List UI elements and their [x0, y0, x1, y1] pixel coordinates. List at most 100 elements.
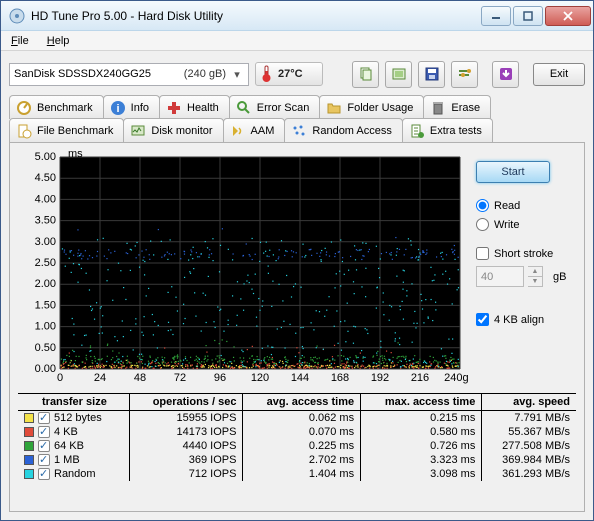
tab-diskmon[interactable]: Disk monitor	[123, 118, 223, 142]
start-button[interactable]: Start	[476, 161, 550, 183]
iops-value: 15955 IOPS	[130, 411, 243, 426]
transfer-size: Random	[54, 468, 96, 480]
load-button[interactable]	[492, 61, 519, 88]
iops-value: 369 IOPS	[130, 453, 243, 467]
spin-down-icon: ▼	[528, 277, 542, 286]
series-swatch	[24, 427, 34, 437]
transfer-size: 4 KB	[54, 426, 78, 438]
svg-text:ms: ms	[68, 149, 83, 160]
avg-access-value: 2.702 ms	[243, 453, 361, 467]
tab-folderusage[interactable]: Folder Usage	[319, 95, 424, 119]
tab-aam[interactable]: AAM	[223, 118, 286, 142]
erase-icon	[430, 100, 446, 116]
drive-select[interactable]: SanDisk SDSSDX240GG25 (240 gB) ▾	[9, 63, 249, 86]
tab-benchmark[interactable]: Benchmark	[9, 95, 104, 119]
random-icon	[291, 123, 307, 139]
read-radio[interactable]: Read	[476, 199, 520, 212]
health-icon	[166, 100, 182, 116]
col-header: operations / sec	[130, 394, 243, 411]
write-radio[interactable]: Write	[476, 218, 519, 231]
app-icon	[9, 8, 25, 24]
avg-access-value: 0.070 ms	[243, 425, 361, 439]
close-icon	[563, 11, 573, 21]
close-button[interactable]	[545, 6, 591, 26]
tab-label: Health	[187, 102, 219, 114]
svg-text:240gB: 240gB	[444, 372, 468, 384]
tab-label: Info	[131, 102, 149, 114]
tab-erase[interactable]: Erase	[423, 95, 491, 119]
series-swatch	[24, 469, 34, 479]
svg-text:120: 120	[251, 372, 269, 384]
max-access-value: 3.098 ms	[361, 467, 482, 481]
tab-label: Benchmark	[37, 102, 93, 114]
tab-extra[interactable]: Extra tests	[402, 118, 493, 142]
col-header: avg. speed	[482, 394, 576, 411]
read-radio-input[interactable]	[476, 199, 489, 212]
aam-icon	[230, 123, 246, 139]
screenshot-icon	[391, 66, 407, 82]
svg-text:0: 0	[57, 372, 63, 384]
align-checkbox[interactable]	[476, 313, 489, 326]
write-radio-input[interactable]	[476, 218, 489, 231]
tab-health[interactable]: Health	[159, 95, 230, 119]
table-row: 1 MB369 IOPS2.702 ms3.323 ms369.984 MB/s	[18, 453, 576, 467]
titlebar[interactable]: HD Tune Pro 5.00 - Hard Disk Utility	[1, 1, 593, 31]
col-header: avg. access time	[243, 394, 361, 411]
svg-text:216: 216	[411, 372, 429, 384]
col-header: max. access time	[361, 394, 482, 411]
tab-errorscan[interactable]: Error Scan	[229, 95, 321, 119]
save-button[interactable]	[418, 61, 445, 88]
exit-button[interactable]: Exit	[533, 63, 585, 86]
chevron-down-icon: ▾	[230, 68, 244, 81]
options-button[interactable]	[451, 61, 478, 88]
col-header: transfer size	[18, 394, 130, 411]
maximize-icon	[523, 11, 533, 21]
options-icon	[457, 66, 473, 82]
svg-text:96: 96	[214, 372, 226, 384]
access-time-chart: ms0.000.501.001.502.002.503.003.504.004.…	[18, 149, 468, 389]
maximize-button[interactable]	[513, 6, 543, 26]
floppy-icon	[424, 66, 440, 82]
filebench-icon	[16, 123, 32, 139]
table-row: 4 KB14173 IOPS0.070 ms0.580 ms55.367 MB/…	[18, 425, 576, 439]
short-stroke-spinner: ▲▼	[528, 266, 543, 287]
benchmark-icon	[16, 100, 32, 116]
transfer-size: 512 bytes	[54, 412, 102, 424]
align-check[interactable]: 4 KB align	[476, 313, 544, 326]
minimize-button[interactable]	[481, 6, 511, 26]
svg-text:4.50: 4.50	[35, 172, 56, 184]
drive-name: SanDisk SDSSDX240GG25	[14, 68, 184, 80]
svg-text:0.50: 0.50	[35, 342, 56, 354]
tab-random[interactable]: Random Access	[284, 118, 402, 142]
series-checkbox[interactable]	[38, 426, 50, 438]
series-checkbox[interactable]	[38, 468, 50, 480]
tab-label: Erase	[451, 102, 480, 114]
copy-info-button[interactable]	[352, 61, 379, 88]
tab-info[interactable]: i Info	[103, 95, 160, 119]
short-stroke-check[interactable]: Short stroke	[476, 247, 553, 260]
arrow-down-icon	[498, 66, 514, 82]
short-stroke-checkbox[interactable]	[476, 247, 489, 260]
svg-text:0.00: 0.00	[35, 363, 56, 375]
series-checkbox[interactable]	[38, 454, 50, 466]
svg-text:2.00: 2.00	[35, 278, 56, 290]
extra-icon	[409, 123, 425, 139]
series-checkbox[interactable]	[38, 440, 50, 452]
screenshot-button[interactable]	[385, 61, 412, 88]
tab-label: AAM	[251, 125, 275, 137]
menu-help[interactable]: Help	[43, 33, 74, 49]
temperature-value: 27°C	[278, 68, 303, 80]
speed-value: 277.508 MB/s	[482, 439, 576, 453]
menu-file[interactable]: File	[7, 33, 33, 49]
tab-filebench[interactable]: File Benchmark	[9, 118, 124, 142]
svg-text:2.50: 2.50	[35, 257, 56, 269]
svg-text:i: i	[116, 103, 119, 115]
series-swatch	[24, 441, 34, 451]
results-table: transfer sizeoperations / secavg. access…	[18, 393, 576, 481]
svg-text:4.00: 4.00	[35, 193, 56, 205]
max-access-value: 0.580 ms	[361, 425, 482, 439]
short-stroke-unit: gB	[553, 271, 566, 283]
series-checkbox[interactable]	[38, 412, 50, 424]
svg-text:24: 24	[94, 372, 106, 384]
svg-text:168: 168	[331, 372, 349, 384]
